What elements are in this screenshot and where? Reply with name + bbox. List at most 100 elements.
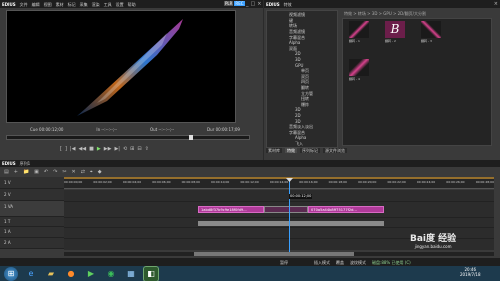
mode-toggle[interactable]: PLR REC <box>224 1 245 6</box>
tab-bin[interactable]: 素材库 <box>266 148 282 153</box>
next-frame-icon[interactable]: ▶| <box>114 146 120 152</box>
effects-close-icon[interactable]: × <box>494 1 498 7</box>
effect-thumb-4[interactable]: 翻转 - 4 <box>349 59 369 81</box>
undo-icon[interactable]: ↶ <box>44 169 48 175</box>
clock-date: 2019/7/18 <box>460 272 481 277</box>
ruler-mark: 00:00:14;00 <box>269 180 289 184</box>
effect-thumb-3[interactable]: 翻转 - 3 <box>421 21 441 43</box>
scrubber-handle[interactable] <box>189 135 193 140</box>
menu-edit[interactable]: 编辑 <box>32 2 40 7</box>
firefox-icon[interactable]: ● <box>64 267 78 281</box>
mode-icon[interactable]: ▤ <box>4 169 9 175</box>
track-header[interactable]: 2 V <box>0 189 64 201</box>
photos-icon[interactable]: ▦ <box>124 267 138 281</box>
dur-timecode: Dur 00:00:17;09 <box>207 127 240 132</box>
transition-clip[interactable] <box>264 206 308 213</box>
menu-marker[interactable]: 标记 <box>68 2 76 7</box>
minimize-icon[interactable]: _ <box>246 1 249 7</box>
status-pause: 暂停 <box>280 259 288 265</box>
effects-tabs: 素材库 特效 序列标记 源文件浏览 <box>266 148 347 153</box>
timeline-app-name: EDIUS <box>2 161 16 166</box>
sequence-name: 序列1 <box>19 161 31 166</box>
effect-thumb-2[interactable]: B 翻转 - 2 <box>385 21 405 43</box>
windows-start-icon[interactable]: ⊞ <box>4 266 18 281</box>
taskbar: ⊞ e ▰ ● ▶ ◉ ▦ ◧ <box>0 265 500 281</box>
track-header[interactable]: 1 A <box>0 227 64 238</box>
maximize-icon[interactable]: □ <box>251 1 256 7</box>
timeline-scrollbar[interactable] <box>64 252 494 256</box>
effects-breadcrumb: 特效 > 转场 > 3D > GPU > 2D/翻页/大分割 <box>344 11 426 16</box>
track-header[interactable]: 1 V <box>0 177 64 189</box>
ripple-icon[interactable]: ⇄ <box>81 169 85 175</box>
set-out-icon[interactable]: ] <box>65 146 67 152</box>
out-timecode: Out --:--:--;-- <box>149 127 175 132</box>
fast-forward-icon[interactable]: ▶▶ <box>104 146 112 152</box>
ruler-mark: 00:00:06;00 <box>152 180 171 184</box>
timeline-statusbar: 暂停 插入模式 覆盖 波纹模式 磁盘:88% 已使用 (C) <box>0 258 500 266</box>
effects-app-name: EDIUS <box>266 1 280 7</box>
tree-item[interactable]: 飞入 <box>269 141 335 147</box>
ruler-mark: 00:00:04;00 <box>122 180 142 184</box>
open-icon[interactable]: 📁 <box>23 169 29 175</box>
menu-help[interactable]: 帮助 <box>128 2 136 7</box>
taskbar-clock[interactable]: 20:46 2019/7/18 <box>460 267 481 277</box>
timeline-ruler[interactable]: 00:00:00;00 00:00:02;00 00:00:04;00 00:0… <box>64 177 494 189</box>
snap-icon[interactable]: ⌖ <box>90 169 93 175</box>
effects-thumbnails: 翻转 - 1 B 翻转 - 2 翻转 - 3 翻转 - 4 <box>342 18 492 146</box>
menu-tools[interactable]: 工具 <box>104 2 112 7</box>
ie-icon[interactable]: e <box>24 267 38 281</box>
menu-capture[interactable]: 采集 <box>80 2 88 7</box>
close-icon[interactable]: × <box>257 1 261 7</box>
audio-bar[interactable] <box>198 221 384 226</box>
chrome-icon[interactable]: ◉ <box>104 267 118 281</box>
menu-settings[interactable]: 设置 <box>116 2 124 7</box>
timecode-row: Cue 00:00:12;00 In --:--:--;-- Out --:--… <box>30 127 240 132</box>
playhead[interactable] <box>289 180 290 252</box>
cut-icon[interactable]: ✂ <box>62 169 66 175</box>
marker-icon[interactable]: ◆ <box>98 169 102 175</box>
watermark: Bai度 经验 jingyan.baidu.com <box>410 234 456 249</box>
menu-clip[interactable]: 素材 <box>56 2 64 7</box>
play-icon[interactable]: ▶ <box>97 146 101 152</box>
effect-thumb-1[interactable]: 翻转 - 1 <box>349 21 369 43</box>
export-icon[interactable]: ⇪ <box>145 146 149 152</box>
tab-markers[interactable]: 序列标记 <box>300 148 320 153</box>
edius-icon[interactable]: ◧ <box>143 265 159 281</box>
loop-icon[interactable]: ⟲ <box>123 146 127 152</box>
new-sequence-icon[interactable]: + <box>14 169 18 175</box>
player-icon[interactable]: ▶ <box>84 267 98 281</box>
menu-view[interactable]: 视图 <box>44 2 52 7</box>
insert-icon[interactable]: ⊞ <box>130 146 134 152</box>
preview-image <box>77 19 183 116</box>
preview-scrubber[interactable] <box>6 135 250 140</box>
stop-icon[interactable]: ■ <box>89 146 94 152</box>
redo-icon[interactable]: ↷ <box>53 169 57 175</box>
tab-effects[interactable]: 特效 <box>285 148 297 153</box>
set-in-icon[interactable]: [ <box>60 146 62 152</box>
timeline-clip[interactable]: 070a5a44b8ff75177f2d... <box>308 206 384 213</box>
track-header[interactable]: 1 T <box>0 217 64 227</box>
cue-timecode: Cue 00:00:12;00 <box>30 127 64 132</box>
delete-icon[interactable]: ✕ <box>72 169 76 175</box>
prev-frame-icon[interactable]: |◀ <box>70 146 76 152</box>
rewind-icon[interactable]: ◀◀ <box>78 146 86 152</box>
timeline-toolbar: ▤ + 📁 ▣ ↶ ↷ ✂ ✕ ⇄ ⌖ ◆ <box>0 168 500 176</box>
mode-plr[interactable]: PLR <box>224 1 234 6</box>
track-lane <box>64 190 494 202</box>
overwrite-icon[interactable]: ⊟ <box>137 146 141 152</box>
tab-source-browser[interactable]: 源文件浏览 <box>323 148 347 153</box>
timeline-clip[interactable]: 1abd8f37b9c9e18f0fd9... <box>198 206 264 213</box>
status-disk: 磁盘:88% 已使用 (C) <box>372 259 411 265</box>
track-header[interactable]: 2 A <box>0 238 64 249</box>
scrollbar-thumb[interactable] <box>194 252 354 256</box>
watermark-url: jingyan.baidu.com <box>414 244 452 249</box>
preview-window: EDIUS 文件 编辑 视图 素材 标记 采集 渲染 工具 设置 帮助 PLR … <box>0 0 263 160</box>
ruler-mark: 00:00:22;00 <box>387 180 406 184</box>
ruler-mark: 00:00:28;00 <box>475 180 494 184</box>
menu-file[interactable]: 文件 <box>20 2 28 7</box>
save-icon[interactable]: ▣ <box>34 169 39 175</box>
track-header[interactable]: 1 VA <box>0 201 64 217</box>
menu-render[interactable]: 渲染 <box>92 2 100 7</box>
mode-rec[interactable]: REC <box>234 1 245 6</box>
folder-icon[interactable]: ▰ <box>44 267 58 281</box>
